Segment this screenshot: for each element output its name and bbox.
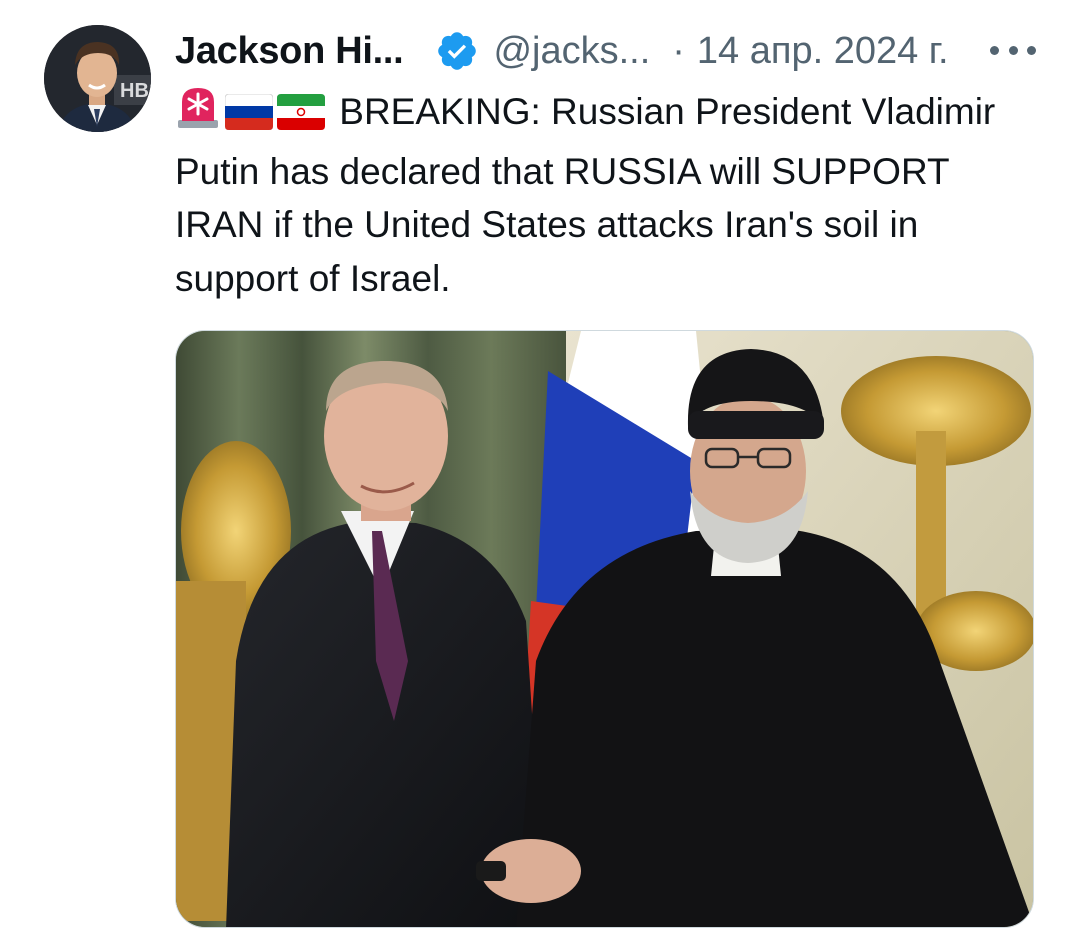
tweet-photo[interactable] xyxy=(175,330,1034,928)
author-handle[interactable]: @jacks... xyxy=(493,30,650,73)
russia-flag-emoji xyxy=(224,91,274,145)
author-name[interactable]: Jackson Hi... xyxy=(175,30,404,73)
siren-emoji xyxy=(175,84,221,145)
tweet-header: Jackson Hi... @jacks... · 14 апр. 2024 г… xyxy=(175,26,949,76)
header-separator: · xyxy=(672,29,685,72)
svg-text:HB: HB xyxy=(120,80,149,102)
verified-badge-icon[interactable] xyxy=(435,29,479,73)
more-options-icon[interactable] xyxy=(990,30,1036,70)
tweet-date[interactable]: 14 апр. 2024 г. xyxy=(697,30,949,73)
tweet-text-block: BREAKING: Russian President Vladimir Put… xyxy=(175,84,1035,305)
iran-flag-emoji xyxy=(277,91,325,145)
tweet[interactable]: HB Jackson Hi... @jacks... · 14 апр. 202… xyxy=(0,0,1080,940)
avatar[interactable]: HB xyxy=(44,25,151,132)
